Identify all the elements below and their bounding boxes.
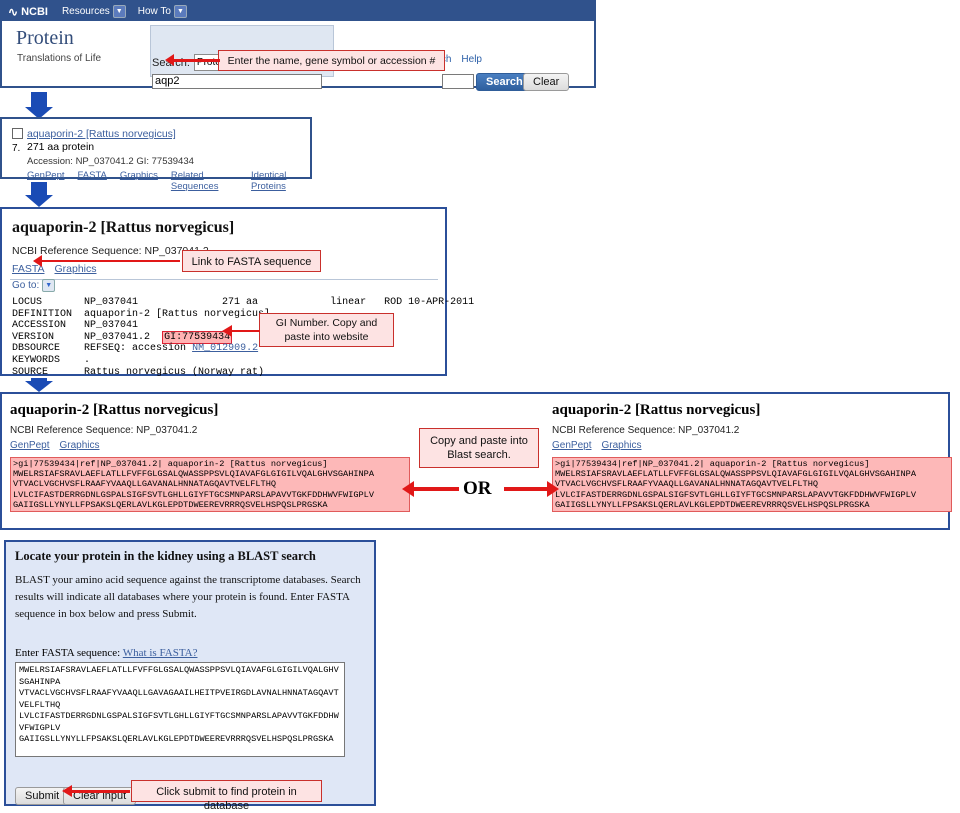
or-arrow-right-head <box>547 481 559 497</box>
fasta-left-refseq: NCBI Reference Sequence: NP_037041.2 <box>10 425 198 436</box>
fasta-left-title: aquaporin-2 [Rattus norvegicus] <box>10 402 219 418</box>
flatfile-accession-value: NP_037041 <box>84 320 139 332</box>
flatfile-version-value: NP_037041.2 <box>84 331 151 343</box>
flatfile-version: VERSION <box>12 331 55 343</box>
or-arrow-left-shaft <box>413 487 459 491</box>
fasta-left-sequence: MWELRSIAFSRAVLAEFLATLLFVFFGLGSALQWASSPPS… <box>13 469 374 510</box>
blast-title: Locate your protein in the kidney using … <box>15 549 316 563</box>
or-arrow-right-shaft <box>504 487 548 491</box>
protein-record-panel: aquaporin-2 [Rattus norvegicus] NCBI Ref… <box>0 207 474 378</box>
record-title: aquaporin-2 [Rattus norvegicus] <box>12 219 235 236</box>
page-title: Protein <box>16 27 74 49</box>
goto-label: Go to: <box>12 280 40 291</box>
chevron-down-icon: ▼ <box>173 5 187 18</box>
menu-how-to[interactable]: How To ▼ <box>138 5 187 18</box>
link-graphics[interactable]: Graphics <box>54 263 96 275</box>
fasta-textarea[interactable]: MWELRSIAFSRAVLAEFLATLLFVFFGLGSALQWASSPPS… <box>15 662 345 757</box>
flatfile-locus: LOCUS <box>12 297 43 308</box>
callout-arrow-line <box>172 59 220 62</box>
record-links: FASTA Graphics <box>12 263 97 275</box>
search-input-extension[interactable] <box>442 74 474 89</box>
ncbi-header-panel: ∿ NCBI Resources ▼ How To ▼ Protein Tran… <box>0 0 596 91</box>
blast-instructions: BLAST your amino acid sequence against t… <box>15 574 361 620</box>
fasta-left-links: GenPept Graphics <box>10 440 410 451</box>
chevron-down-icon: ▼ <box>112 5 126 18</box>
fasta-right-column: aquaporin-2 [Rattus norvegicus] NCBI Ref… <box>552 402 952 513</box>
fasta-right-links: GenPept Graphics <box>552 440 952 451</box>
link-nm-accession[interactable]: NM_012909.2 <box>192 343 258 354</box>
link-related-sequences[interactable]: Related Sequences <box>171 170 238 192</box>
link-genpept[interactable]: GenPept <box>10 440 49 451</box>
or-arrow-left-head <box>402 481 414 497</box>
flatfile-definition: DEFINITION <box>12 308 73 320</box>
fasta-right-header: >gi|77539434|ref|NP_037041.2| aquaporin-… <box>555 459 870 469</box>
flatfile-accession: ACCESSION <box>12 320 67 332</box>
flatfile-source: SOURCE <box>12 366 49 378</box>
result-accession: Accession: NP_037041.2 GI: 77539434 <box>27 156 194 167</box>
search-result-panel: 7. aquaporin-2 [Rattus norvegicus] 271 a… <box>0 117 312 192</box>
flow-arrow-2-head <box>25 195 53 207</box>
or-label: OR <box>463 478 492 499</box>
blast-search-panel: Locate your protein in the kidney using … <box>4 540 376 806</box>
divider <box>10 279 438 280</box>
submit-callout-line <box>72 790 130 793</box>
blast-enter-row: Enter FASTA sequence: What is FASTA? <box>15 647 197 659</box>
fasta-right-sequence: MWELRSIAFSRAVLAEFLATLLFVFFGLGSALQWASSPPS… <box>555 469 916 510</box>
record-flatfile: LOCUS NP_037041 271 aa linear ROD 10-APR… <box>12 297 474 378</box>
dna-icon: ∿ <box>8 4 19 19</box>
fasta-callout-line <box>42 260 180 262</box>
submit-callout-arrow-head <box>62 785 72 797</box>
flatfile-keywords-value: . <box>84 354 91 366</box>
gi-callout-arrow-head <box>222 325 232 337</box>
clear-button[interactable]: Clear <box>523 73 570 91</box>
flatfile-locus-value: NP_037041 271 aa linear ROD 10-APR-2011 <box>84 297 475 308</box>
result-checkbox[interactable] <box>12 128 23 139</box>
search-input[interactable]: aqp2 <box>152 74 322 89</box>
callout-enter-name: Enter the name, gene symbol or accession… <box>218 50 445 71</box>
menu-how-to-label: How To <box>137 6 171 17</box>
flow-arrow-3-head <box>25 381 53 392</box>
link-graphics[interactable]: Graphics <box>120 170 158 192</box>
callout-copy-paste-blast: Copy and paste into Blast search. <box>419 428 539 468</box>
fasta-right-refseq: NCBI Reference Sequence: NP_037041.2 <box>552 425 740 436</box>
ncbi-logo[interactable]: ∿ NCBI <box>8 5 48 19</box>
flatfile-source-value: Rattus norvegicus (Norway rat) <box>84 366 265 378</box>
chevron-down-icon: ▼ <box>42 279 56 292</box>
menu-resources-label: Resources <box>61 6 110 17</box>
menu-resources[interactable]: Resources ▼ <box>62 5 126 18</box>
result-title-link[interactable]: aquaporin-2 [Rattus norvegicus] <box>27 128 176 140</box>
fasta-left-sequence-block[interactable]: >gi|77539434|ref|NP_037041.2| aquaporin-… <box>10 457 410 513</box>
callout-click-submit: Click submit to find protein in database <box>131 780 322 812</box>
fasta-right-sequence-block[interactable]: >gi|77539434|ref|NP_037041.2| aquaporin-… <box>552 457 952 513</box>
callout-link-fasta: Link to FASTA sequence <box>182 250 321 272</box>
blast-enter-label: Enter FASTA sequence: <box>15 647 121 659</box>
ncbi-logo-label: NCBI <box>21 5 48 18</box>
link-fasta[interactable]: FASTA <box>78 170 107 192</box>
link-genpept[interactable]: GenPept <box>552 440 591 451</box>
result-index: 7. <box>12 143 21 154</box>
fasta-right-title: aquaporin-2 [Rattus norvegicus] <box>552 402 761 418</box>
flow-arrow-1-shaft <box>31 92 47 108</box>
result-length: 271 aa protein <box>27 141 95 153</box>
link-what-is-fasta[interactable]: What is FASTA? <box>123 647 198 659</box>
gi-callout-line <box>232 330 260 332</box>
link-graphics[interactable]: Graphics <box>601 440 641 451</box>
callout-gi-number: GI Number. Copy and paste into website <box>259 313 394 347</box>
flatfile-keywords: KEYWORDS <box>12 354 61 366</box>
link-graphics[interactable]: Graphics <box>59 440 99 451</box>
link-identical-proteins[interactable]: Identical Proteins <box>251 170 310 192</box>
flatfile-dbsource: DBSOURCE <box>12 343 61 355</box>
flow-arrow-2-shaft <box>31 182 47 196</box>
fasta-left-header: >gi|77539434|ref|NP_037041.2| aquaporin-… <box>13 459 328 469</box>
ncbi-top-bar: ∿ NCBI Resources ▼ How To ▼ <box>2 2 594 21</box>
flatfile-definition-value: aquaporin-2 [Rattus norvegicus]. <box>84 308 277 320</box>
flatfile-dbsource-value: REFSEQ: accession <box>84 343 187 355</box>
goto-menu[interactable]: Go to: ▼ <box>12 279 56 292</box>
link-help[interactable]: Help <box>461 54 482 65</box>
fasta-left-column: aquaporin-2 [Rattus norvegicus] NCBI Ref… <box>10 402 410 513</box>
page-subtitle: Translations of Life <box>17 53 102 64</box>
fasta-callout-arrow-head <box>33 255 42 267</box>
callout-arrow-head <box>165 54 174 66</box>
result-links: GenPept FASTA Graphics Related Sequences… <box>27 170 310 192</box>
